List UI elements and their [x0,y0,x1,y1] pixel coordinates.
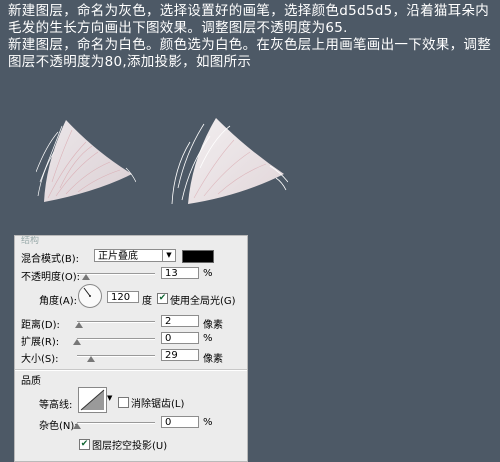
layer-knockout-checkbox[interactable]: ✔ [79,439,90,450]
angle-unit: 度 [142,296,152,307]
instruction-paragraph-2: 新建图层，命名为白色。颜色选为白色。在灰色层上用画笔画出一下效果，调整图层不透明… [8,37,491,70]
contour-label: 等高线: [39,400,73,411]
ear-fur-white-illustration [171,118,288,205]
instruction-paragraph-1: 新建图层，命名为灰色，选择设置好的画笔，选择颜色d5d5d5，沿着猫耳朵内毛发的… [8,3,490,36]
spread-slider-track[interactable] [77,338,155,340]
distance-input[interactable]: 2 [161,315,199,327]
size-slider-thumb[interactable] [87,356,95,362]
opacity-slider-thumb[interactable] [82,274,90,280]
opacity-unit: % [203,268,213,279]
blend-mode-label: 混合模式(B): [21,254,80,265]
global-light-checkbox[interactable]: ✔ [157,293,168,304]
angle-label: 角度(A): [39,296,78,307]
quality-group-title: 品质 [21,376,41,387]
global-light-label: 使用全局光(G) [170,296,236,307]
size-input[interactable]: 29 [161,349,199,361]
size-label: 大小(S): [21,354,59,365]
contour-picker[interactable] [78,387,107,413]
spread-slider-thumb[interactable] [73,339,81,345]
section-divider [15,369,247,371]
distance-unit: 像素 [203,320,223,331]
distance-slider-track[interactable] [77,321,155,323]
contour-preview-icon [80,389,105,411]
distance-label: 距离(D): [21,320,60,331]
shadow-color-swatch[interactable] [182,250,214,263]
angle-dial-indicator-icon [83,287,91,297]
noise-input[interactable]: 0 [161,416,199,428]
distance-slider-thumb[interactable] [75,322,83,328]
antialias-label: 消除锯齿(L) [131,399,185,410]
structure-group-title: 结构 [21,236,40,246]
ear-fur-gray-illustration [36,120,136,202]
size-unit: 像素 [203,354,223,365]
contour-dropdown-chevron-icon[interactable]: ▼ [107,394,112,402]
drop-shadow-dialog: 结构 混合模式(B): 正片叠底 ▼ 不透明度(O): 13 % 角度(A): … [14,235,248,462]
layer-knockout-label: 图层挖空投影(U) [92,441,168,452]
spread-unit: % [203,333,213,344]
opacity-label: 不透明度(O): [21,272,81,283]
spread-input[interactable]: 0 [161,332,199,344]
antialias-checkbox[interactable] [118,397,129,408]
angle-input[interactable]: 120 [107,291,139,303]
blend-mode-value: 正片叠底 [98,251,138,262]
noise-label: 杂色(N): [39,421,78,432]
blend-mode-select[interactable]: 正片叠底 ▼ [94,249,176,262]
noise-unit: % [203,417,213,428]
angle-dial[interactable] [78,284,102,308]
noise-slider-thumb[interactable] [73,423,81,429]
instruction-text: 新建图层，命名为灰色，选择设置好的画笔，选择颜色d5d5d5，沿着猫耳朵内毛发的… [8,3,496,71]
opacity-input[interactable]: 13 [161,267,199,279]
spread-label: 扩展(R): [21,337,60,348]
chevron-down-icon: ▼ [162,250,175,261]
noise-slider-track[interactable] [77,422,155,424]
